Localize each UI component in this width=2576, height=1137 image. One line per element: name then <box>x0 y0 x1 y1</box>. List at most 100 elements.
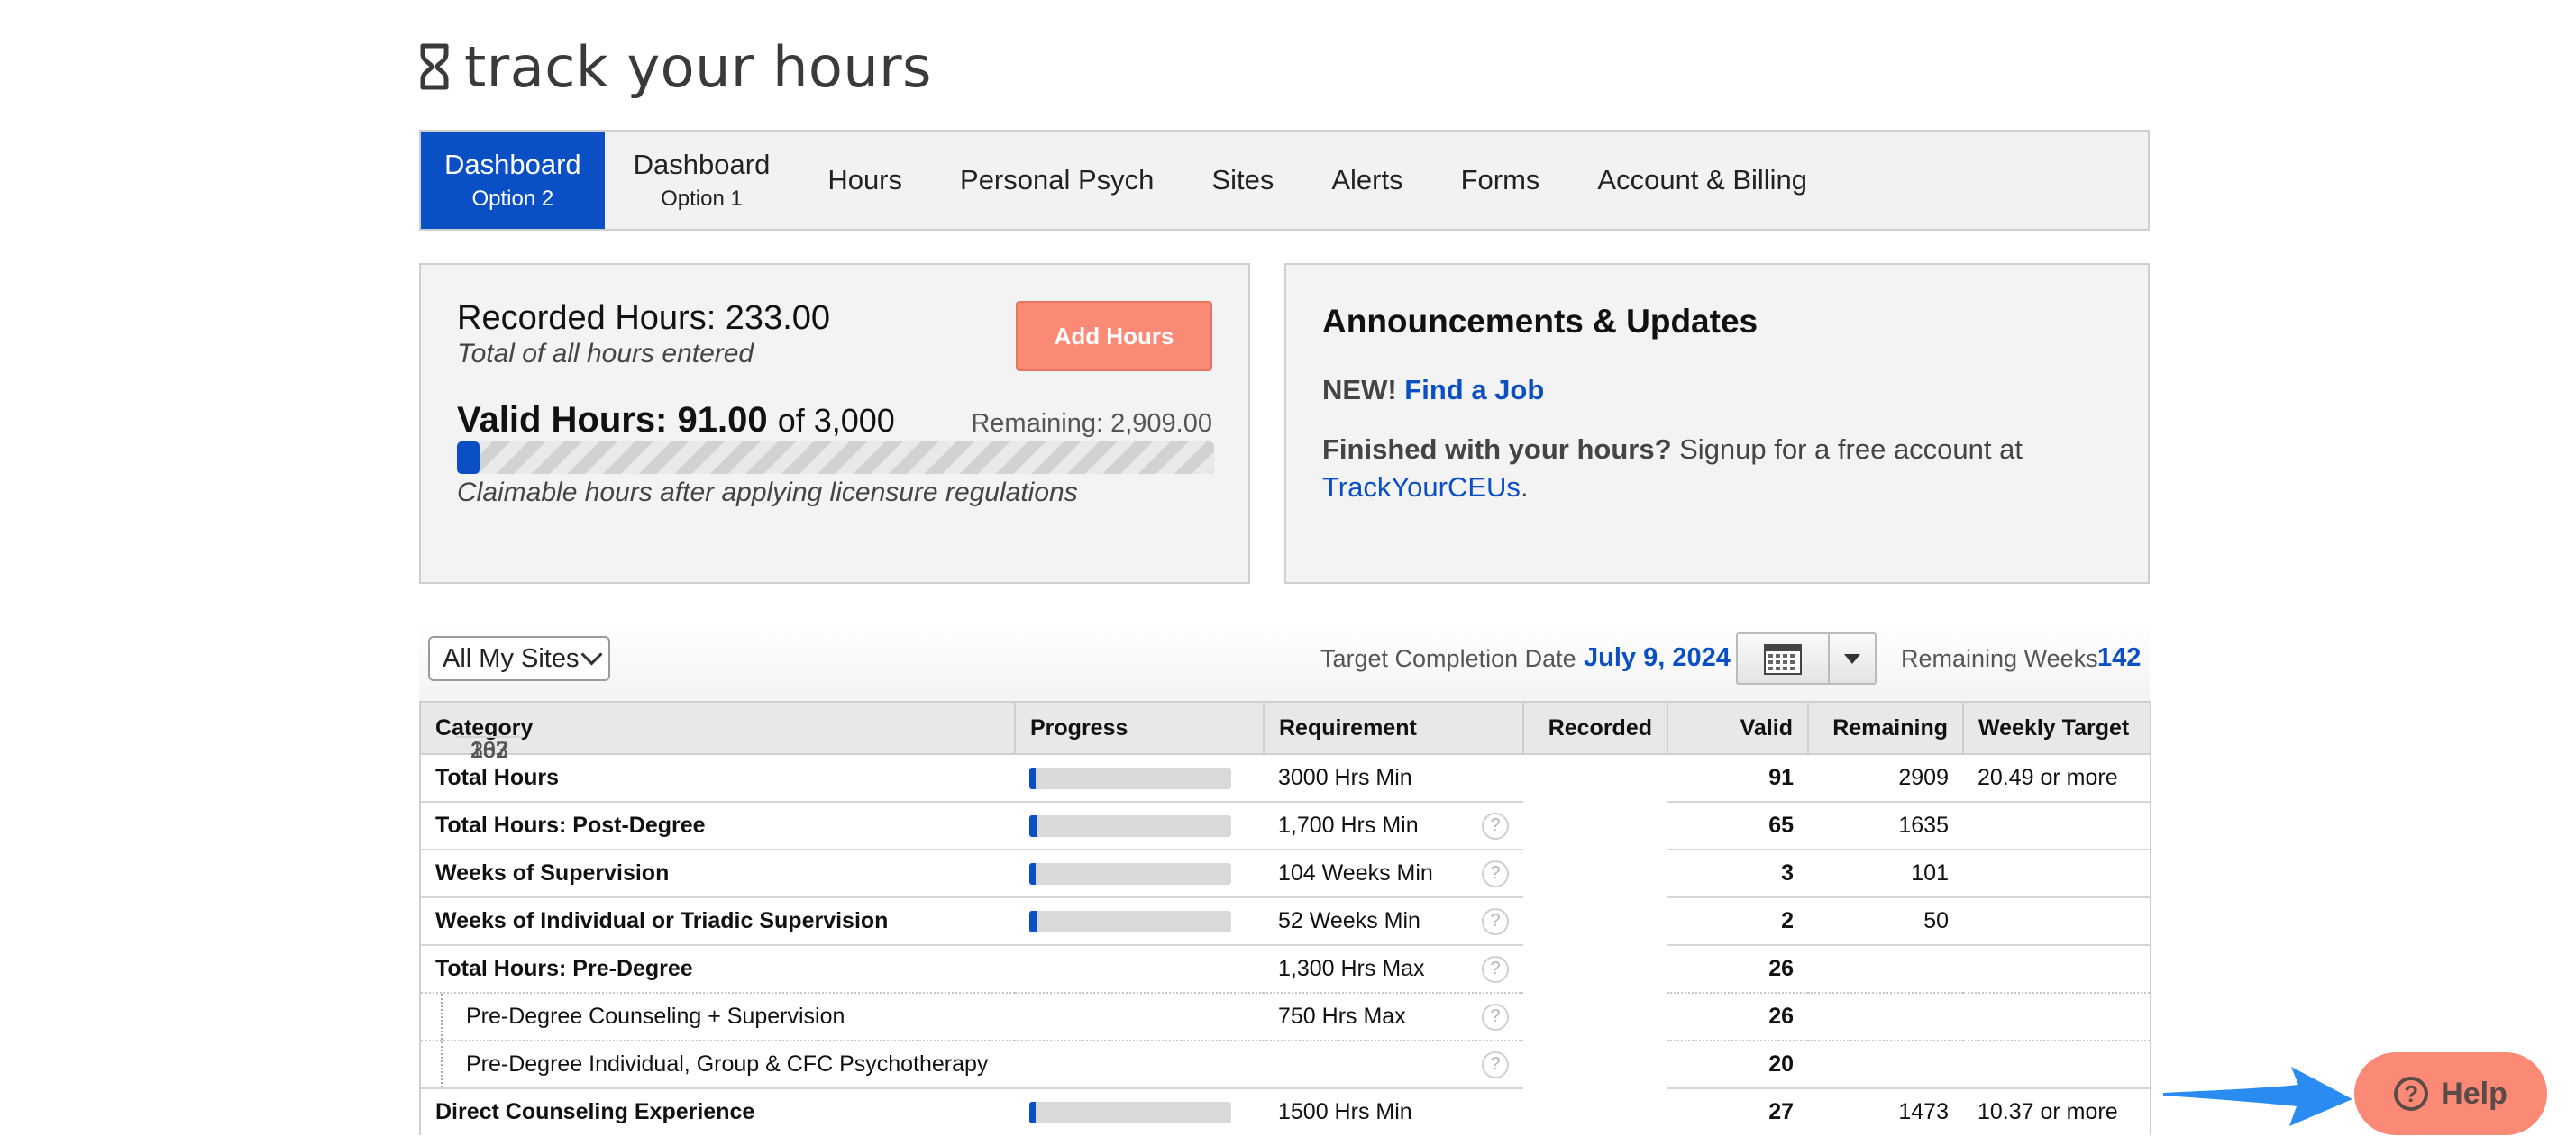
requirement-cell: ? <box>1264 1040 1523 1088</box>
help-circle-icon[interactable]: ? <box>1482 860 1509 887</box>
table-row[interactable]: Weeks of Individual or Triadic Supervisi… <box>419 736 2151 945</box>
valid-hours-value: Valid Hours: 91.00 <box>457 400 768 440</box>
help-circle-icon[interactable]: ? <box>1482 907 1509 935</box>
nav-item-5[interactable]: Alerts <box>1302 132 1431 229</box>
header-valid[interactable]: Valid <box>1667 701 1809 755</box>
remaining-cell: 2909 <box>1808 753 1963 802</box>
table-row[interactable]: Pre-Degree Counseling + Supervision 750 H… <box>419 736 2151 1041</box>
progress-bar <box>1029 910 1231 932</box>
arrow-pointer-icon <box>2163 1067 2352 1126</box>
nav-item-sublabel: Option 2 <box>471 186 554 211</box>
valid-cell: 26 <box>1667 992 1808 1041</box>
nav-item-1[interactable]: Dashboard Option 1 <box>605 132 799 229</box>
valid-hours: Valid Hours: 91.00 of 3,000 <box>457 400 895 441</box>
valid-cell: 20 <box>1667 1040 1808 1088</box>
site-select[interactable]: All My Sites <box>428 636 610 681</box>
finished-announcement: Finished with your hours? Signup for a f… <box>1322 431 2115 506</box>
requirement-text: 52 Weeks Min <box>1278 908 1420 933</box>
valid-cell: 65 <box>1667 801 1808 850</box>
progress-cell <box>1015 801 1264 850</box>
find-job-link[interactable]: Find a Job <box>1404 374 1544 405</box>
announcements-title: Announcements & Updates <box>1322 303 1758 340</box>
requirement-text: 1500 Hrs Min <box>1278 1099 1412 1124</box>
header-weekly-target[interactable]: Weekly Target <box>1962 701 2151 755</box>
weekly-target-cell <box>1963 992 2151 1041</box>
valid-cell: 3 <box>1667 849 1808 897</box>
requirement-text: 1,700 Hrs Min <box>1278 813 1419 838</box>
question-circle-icon: ? <box>2394 1077 2429 1111</box>
progress-bar <box>1029 862 1231 885</box>
nav-item-label: Personal Psych <box>960 164 1155 196</box>
target-date-value[interactable]: July 9, 2024 <box>1584 643 1731 673</box>
progress-bar <box>1029 814 1231 837</box>
help-circle-icon[interactable]: ? <box>1482 812 1509 840</box>
trackyourceus-link[interactable]: TrackYourCEUs <box>1322 471 1521 503</box>
add-hours-button[interactable]: Add Hours <box>1016 301 1212 371</box>
category-cell: Weeks of Supervision <box>419 849 1015 897</box>
recorded-cell: 182 <box>456 736 523 784</box>
weekly-target-cell <box>1963 1040 2151 1088</box>
chevron-down-icon <box>580 643 603 666</box>
requirement-cell: 750 Hrs Max? <box>1264 992 1523 1041</box>
weekly-target-cell <box>1963 896 2151 945</box>
nav-item-3[interactable]: Personal Psych <box>931 132 1183 229</box>
requirement-cell: 52 Weeks Min? <box>1264 896 1523 945</box>
nav-item-4[interactable]: Sites <box>1183 132 1302 229</box>
requirement-text: 750 Hrs Max <box>1278 1004 1406 1029</box>
progress-fill <box>1029 910 1037 932</box>
help-circle-icon[interactable]: ? <box>1482 1051 1509 1078</box>
header-requirement[interactable]: Requirement <box>1263 701 1524 755</box>
progress-bar <box>1029 1101 1231 1123</box>
nav-item-0[interactable]: Dashboard Option 2 <box>421 132 605 229</box>
header-remaining[interactable]: Remaining <box>1807 701 1964 755</box>
finished-question: Finished with your hours? <box>1322 433 1672 465</box>
progress-cell <box>1015 1040 1264 1088</box>
progress-cell <box>1015 896 1264 945</box>
help-circle-icon[interactable]: ? <box>1482 955 1509 983</box>
nav-item-label: Alerts <box>1331 164 1403 196</box>
table-row[interactable]: Weeks of Supervision 104 Weeks Min? 3 3 101 <box>419 736 2151 897</box>
progress-bar <box>1029 767 1231 789</box>
nav-item-6[interactable]: Forms <box>1432 132 1569 229</box>
finished-text: Signup for a free account at <box>1679 433 2023 465</box>
valid-cell: 27 <box>1667 1087 1808 1135</box>
remaining-cell <box>1808 944 1963 993</box>
requirement-cell: 104 Weeks Min? <box>1264 849 1523 897</box>
table-row[interactable]: Direct Counseling Experience 1500 Hrs Min… <box>419 736 2151 1135</box>
valid-hours-total: of 3,000 <box>777 402 895 439</box>
caret-down-icon <box>1844 653 1860 664</box>
announcements-panel: Announcements & Updates NEW! Find a Job … <box>1284 263 2150 584</box>
nav-item-label: Hours <box>827 164 903 196</box>
table-row[interactable]: Pre-Degree Individual, Group & CFC Psych… <box>419 736 2151 1088</box>
nav-item-label: Dashboard <box>633 149 771 180</box>
table-row[interactable]: Total Hours: Post-Degree 1,700 Hrs Min? 20… <box>419 736 2151 850</box>
header-recorded[interactable]: Recorded <box>1522 701 1668 755</box>
requirement-cell: 3000 Hrs Min <box>1264 753 1523 802</box>
help-circle-icon[interactable]: ? <box>1482 1003 1509 1031</box>
progress-cell <box>1015 849 1264 897</box>
progress-cell <box>1015 944 1264 993</box>
recorded-hours: Recorded Hours: 233.00 <box>457 299 831 337</box>
calendar-button[interactable] <box>1738 634 1830 683</box>
nav-item-2[interactable]: Hours <box>799 132 931 229</box>
help-button[interactable]: ? Help <box>2354 1052 2547 1135</box>
header-progress[interactable]: Progress <box>1014 701 1265 755</box>
recorded-hours-caption: Total of all hours entered <box>457 339 754 368</box>
table-row[interactable]: Total Hours: Pre-Degree 1,300 Hrs Max? 26 2… <box>419 736 2151 993</box>
progress-fill <box>1029 1101 1036 1123</box>
weekly-target-cell <box>1963 944 2151 993</box>
progress-fill <box>1029 814 1037 837</box>
nav-item-7[interactable]: Account & Billing <box>1568 132 1836 229</box>
logo[interactable]: track your hours <box>419 34 932 100</box>
valid-cell: 26 <box>1667 944 1808 993</box>
date-dropdown-button[interactable] <box>1830 634 1875 683</box>
category-cell: Weeks of Individual or Triadic Supervisi… <box>419 896 1015 945</box>
remaining-weeks-label: Remaining Weeks <box>1901 645 2098 672</box>
requirement-cell: 1,700 Hrs Min? <box>1264 801 1523 850</box>
progress-fill <box>1029 767 1036 789</box>
find-job-announcement: NEW! Find a Job <box>1322 371 2115 409</box>
hours-summary-panel: Recorded Hours: 233.00 Total of all hour… <box>419 263 1250 584</box>
table-row[interactable]: Total Hours 3000 Hrs Min 233 91 2909 20.49 or… <box>419 736 2151 802</box>
main-nav: Dashboard Option 2 Dashboard Option 1 Hours P… <box>419 130 2150 231</box>
remaining-cell <box>1808 1040 1963 1088</box>
